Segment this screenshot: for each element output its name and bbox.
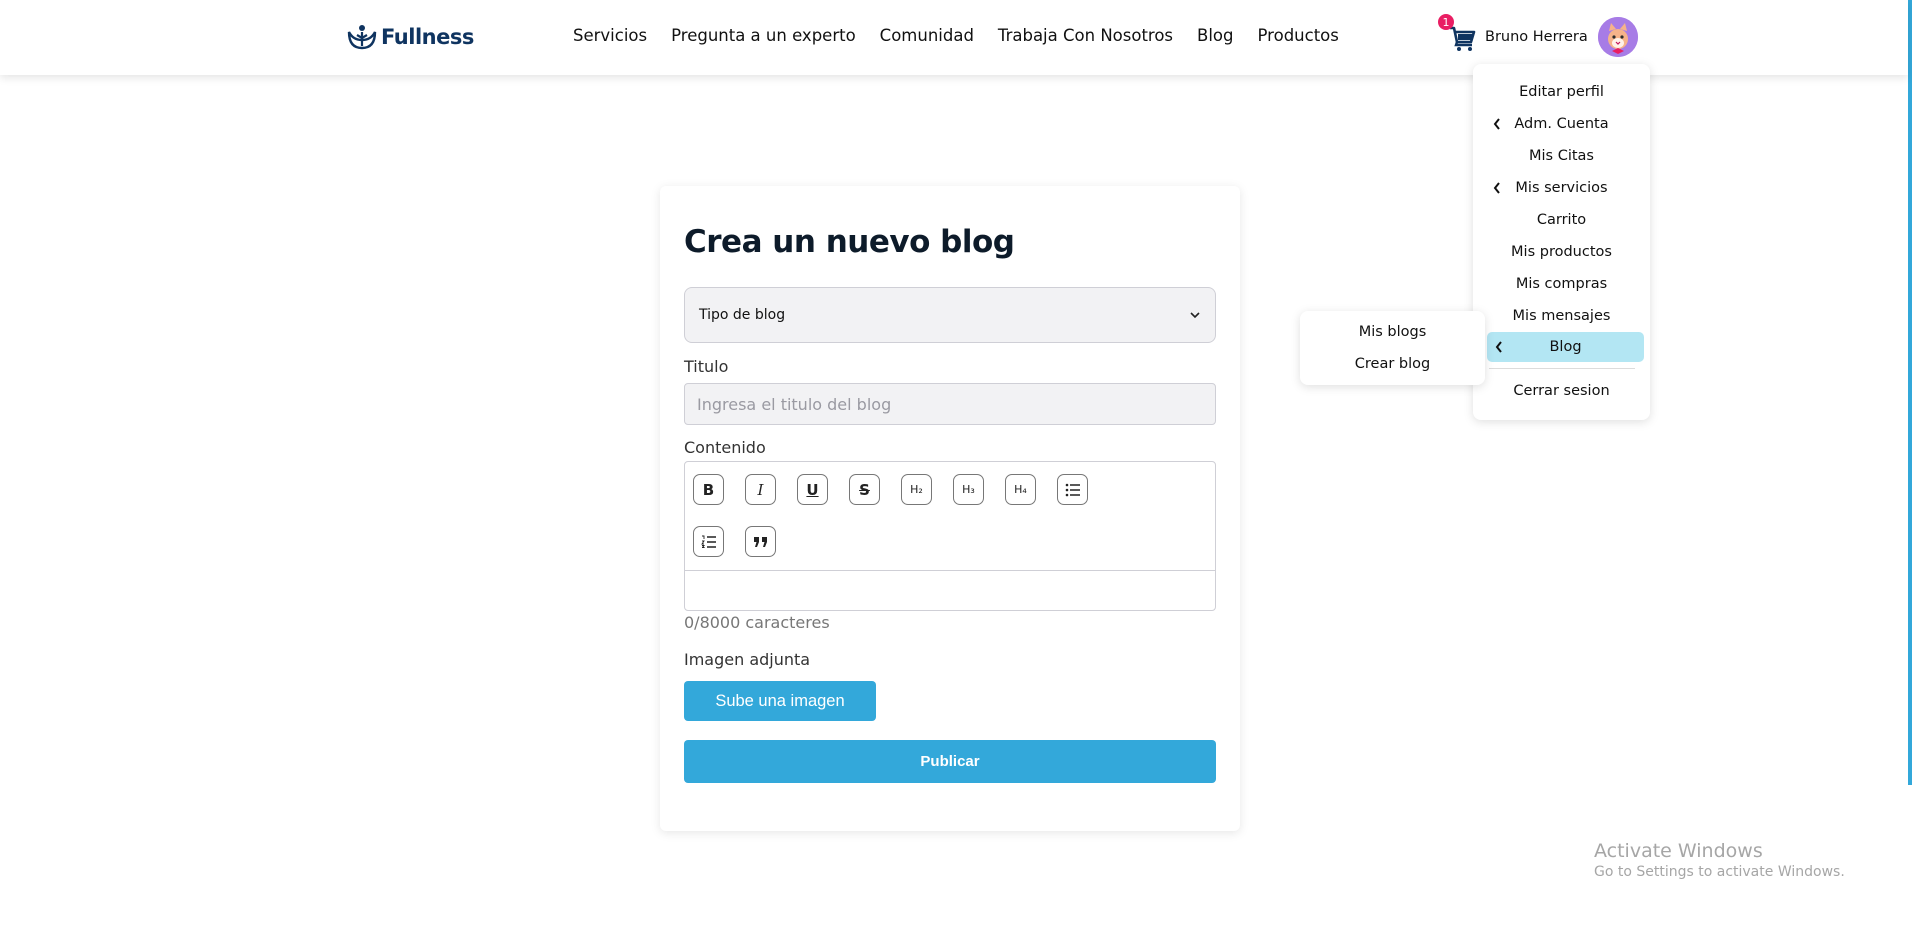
menu-item-label: Mis servicios (1515, 180, 1608, 196)
menu-item-label: Mis productos (1511, 244, 1612, 260)
menu-item-label: Blog (1549, 339, 1582, 355)
watermark-subtitle: Go to Settings to activate Windows. (1594, 864, 1845, 880)
lotus-logo-icon (347, 25, 377, 50)
publish-button[interactable]: Publicar (684, 740, 1216, 783)
nav-link-trabaja-con-nosotros[interactable]: Trabaja Con Nosotros (998, 26, 1173, 45)
menu-item-mis-compras[interactable]: Mis compras (1481, 269, 1642, 299)
menu-item-label: Adm. Cuenta (1514, 116, 1609, 132)
content-text-area[interactable] (685, 572, 1215, 610)
menu-item-label: Mis Citas (1529, 148, 1594, 164)
italic-icon[interactable]: I (745, 474, 776, 505)
menu-item-mis-productos[interactable]: Mis productos (1481, 237, 1642, 267)
menu-item-cerrar-sesion[interactable]: Cerrar sesion (1481, 376, 1642, 406)
bold-icon[interactable]: B (693, 474, 724, 505)
chevron-left-icon (1493, 182, 1500, 194)
nav-link-comunidad[interactable]: Comunidad (880, 26, 974, 45)
image-attachment-label: Imagen adjunta (684, 650, 811, 669)
nav-link-blog[interactable]: Blog (1197, 26, 1233, 45)
menu-item-carrito[interactable]: Carrito (1481, 205, 1642, 235)
menu-item-mis-mensajes[interactable]: Mis mensajes (1481, 301, 1642, 331)
main-nav: Servicios Pregunta a un experto Comunida… (573, 26, 1339, 45)
cat-avatar-icon[interactable] (1598, 17, 1638, 57)
watermark-title: Activate Windows (1594, 840, 1763, 862)
menu-item-blog[interactable]: Blog (1487, 332, 1644, 362)
bullet-list-icon[interactable] (1057, 474, 1088, 505)
windows-activation-watermark: Activate Windows Go to Settings to activ… (1594, 840, 1845, 880)
menu-item-mis-citas[interactable]: Mis Citas (1481, 141, 1642, 171)
brand-logo[interactable]: Fullness (345, 20, 474, 54)
upload-image-button[interactable]: Sube una imagen (684, 681, 876, 721)
blog-type-select-label: Tipo de blog (699, 307, 786, 323)
content-label: Contenido (684, 438, 766, 457)
menu-item-label: Cerrar sesion (1513, 383, 1610, 399)
heading-3-icon[interactable]: H₃ (953, 474, 984, 505)
content-editor: B I U S H₂ H₃ H₄ (684, 461, 1216, 611)
page-scrollbar[interactable] (1908, 0, 1912, 785)
chevron-left-icon (1493, 118, 1500, 130)
menu-divider (1489, 368, 1635, 369)
heading-2-icon[interactable]: H₂ (901, 474, 932, 505)
menu-item-label: Mis compras (1515, 276, 1608, 292)
ordered-list-icon[interactable] (693, 526, 724, 557)
user-name[interactable]: Bruno Herrera (1485, 29, 1588, 45)
menu-item-label: Mis mensajes (1512, 308, 1611, 324)
nav-link-productos[interactable]: Productos (1258, 26, 1339, 45)
shopping-cart-icon[interactable] (1448, 24, 1476, 52)
menu-item-label: Editar perfil (1519, 84, 1604, 100)
heading-4-icon[interactable]: H₄ (1005, 474, 1036, 505)
strikethrough-icon[interactable]: S (849, 474, 880, 505)
nav-link-pregunta-experto[interactable]: Pregunta a un experto (671, 26, 856, 45)
page-title: Crea un nuevo blog (684, 224, 1015, 260)
menu-item-mis-servicios[interactable]: Mis servicios (1481, 173, 1642, 203)
blog-type-select[interactable]: Tipo de blog (684, 287, 1216, 343)
create-blog-card: Crea un nuevo blog Tipo de blog Titulo C… (660, 186, 1240, 831)
nav-link-servicios[interactable]: Servicios (573, 26, 647, 45)
menu-item-label: Carrito (1536, 212, 1587, 228)
blog-submenu: Mis blogs Crear blog (1300, 311, 1485, 385)
menu-item-editar-perfil[interactable]: Editar perfil (1481, 77, 1642, 107)
cart-count-badge: 1 (1438, 14, 1454, 30)
submenu-item-crear-blog[interactable]: Crear blog (1300, 350, 1485, 378)
submenu-item-mis-blogs[interactable]: Mis blogs (1300, 318, 1485, 346)
char-counter: 0/8000 caracteres (684, 613, 830, 632)
chevron-left-icon (1495, 341, 1502, 353)
underline-icon[interactable]: U (797, 474, 828, 505)
chevron-down-icon (1190, 312, 1200, 319)
editor-toolbar: B I U S H₂ H₃ H₄ (685, 462, 1215, 571)
brand-name: Fullness (381, 25, 474, 49)
title-label: Titulo (684, 357, 729, 376)
blog-title-input[interactable] (684, 383, 1216, 425)
user-dropdown-menu: Editar perfil Adm. Cuenta Mis Citas Mis … (1473, 64, 1650, 420)
blockquote-icon[interactable] (745, 526, 776, 557)
menu-item-adm-cuenta[interactable]: Adm. Cuenta (1481, 109, 1642, 139)
